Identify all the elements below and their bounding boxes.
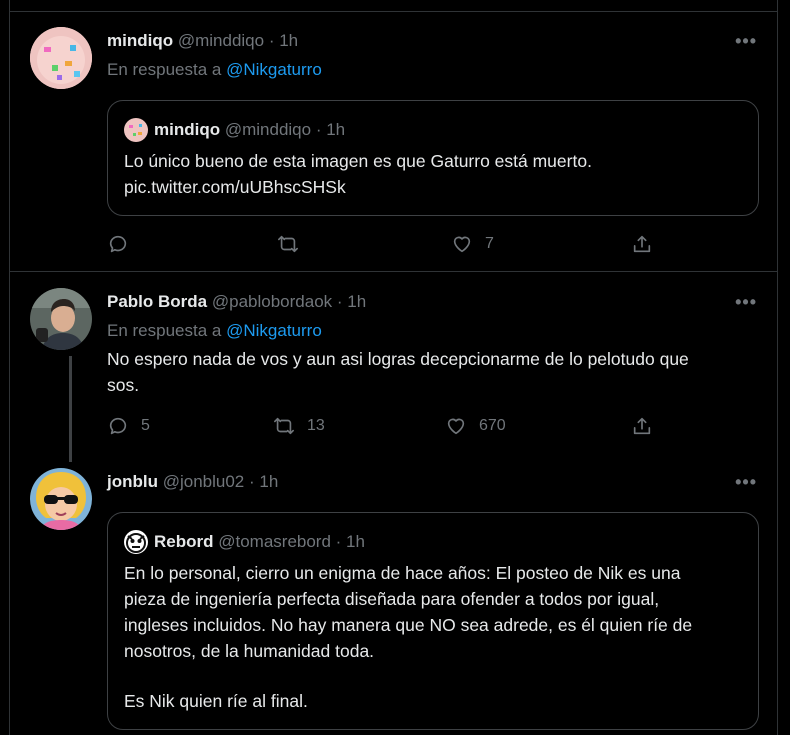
heart-icon xyxy=(453,236,471,253)
retweet-button[interactable]: 13 xyxy=(273,414,325,438)
author-name[interactable]: jonblu xyxy=(107,472,158,491)
timeline-right-border xyxy=(777,0,778,735)
tweet-mindiqo[interactable]: mindiqo @minddiqo · 1h ••• En respuesta … xyxy=(10,12,777,271)
reply-button[interactable] xyxy=(107,232,141,256)
thread-connector xyxy=(69,356,72,462)
share-button[interactable] xyxy=(631,414,653,438)
tweet-header: mindiqo @minddiqo · 1h xyxy=(107,31,298,51)
reply-icon xyxy=(109,417,127,435)
author-name[interactable]: mindiqo xyxy=(107,31,173,50)
author-handle[interactable]: @jonblu02 xyxy=(163,472,245,491)
more-options-icon[interactable]: ••• xyxy=(735,472,757,493)
reply-prefix: En respuesta a xyxy=(107,60,222,79)
retweet-icon xyxy=(278,235,298,253)
reply-prefix: En respuesta a xyxy=(107,321,222,340)
share-button[interactable] xyxy=(631,232,653,256)
reply-count: 5 xyxy=(141,417,150,434)
reply-to-link[interactable]: @Nikgaturro xyxy=(226,60,322,79)
quote-text-line: Es Nik quien ríe al final. xyxy=(124,691,308,711)
avatar-image xyxy=(30,468,92,530)
more-options-icon[interactable]: ••• xyxy=(735,31,757,52)
like-count: 7 xyxy=(485,235,494,252)
tweet-header: jonblu @jonblu02 · 1h xyxy=(107,472,278,492)
like-count: 670 xyxy=(479,417,506,434)
avatar[interactable] xyxy=(30,27,92,89)
quote-timestamp: · 1h xyxy=(335,532,365,551)
tweet-pablo-borda[interactable]: Pablo Borda @pablobordaok · 1h ••• En re… xyxy=(10,272,777,462)
tweet-text-line: No espero nada de vos y aun asi logras d… xyxy=(107,349,689,369)
reply-button[interactable]: 5 xyxy=(107,414,150,438)
like-button[interactable]: 7 xyxy=(451,232,494,256)
tweet-actions: 7 xyxy=(107,232,667,256)
reply-to-link[interactable]: @Nikgaturro xyxy=(226,321,322,340)
quoted-tweet[interactable]: mindiqo @minddiqo · 1h Lo único bueno de… xyxy=(107,100,759,216)
author-handle[interactable]: @minddiqo xyxy=(178,31,264,50)
quote-text-line: ingleses incluidos. No hay manera que NO… xyxy=(124,615,693,635)
tweet-actions: 5 13 670 xyxy=(107,414,667,438)
quote-text-line: pieza de ingeniería perfecta diseñada pa… xyxy=(124,589,660,609)
quote-author-name: mindiqo xyxy=(154,120,221,139)
tweet-text-line: sos. xyxy=(107,375,140,395)
reply-context: En respuesta a @Nikgaturro xyxy=(107,321,322,341)
avatar[interactable] xyxy=(30,468,92,530)
retweet-icon xyxy=(274,417,294,435)
retweet-count: 13 xyxy=(307,417,325,434)
tweet-header: Pablo Borda @pablobordaok · 1h xyxy=(107,292,366,312)
quote-text-link[interactable]: pic.twitter.com/uUBhscSHSk xyxy=(124,174,744,200)
tweet-text: No espero nada de vos y aun asi logras d… xyxy=(107,346,757,398)
quote-text: En lo personal, cierro un enigma de hace… xyxy=(124,560,744,714)
avatar[interactable] xyxy=(30,288,92,350)
quote-text-line: Lo único bueno de esta imagen es que Gat… xyxy=(124,151,592,171)
quote-text-line: En lo personal, cierro un enigma de hace… xyxy=(124,563,681,583)
like-button[interactable]: 670 xyxy=(445,414,506,438)
retweet-button[interactable] xyxy=(277,232,311,256)
heart-icon xyxy=(447,418,465,435)
author-name[interactable]: Pablo Borda xyxy=(107,292,207,311)
quote-avatar-image xyxy=(124,118,148,142)
quoted-tweet[interactable]: Rebord @tomasrebord · 1h En lo personal,… xyxy=(107,512,759,730)
reply-context: En respuesta a @Nikgaturro xyxy=(107,60,322,80)
quote-author-handle: @minddiqo xyxy=(224,120,312,139)
timestamp[interactable]: · 1h xyxy=(269,31,298,50)
quote-text: Lo único bueno de esta imagen es que Gat… xyxy=(124,148,744,200)
timestamp[interactable]: · 1h xyxy=(337,292,366,311)
author-handle[interactable]: @pablobordaok xyxy=(212,292,332,311)
quote-timestamp: · 1h xyxy=(315,120,346,139)
more-options-icon[interactable]: ••• xyxy=(735,292,757,313)
quote-avatar xyxy=(124,118,148,142)
quote-avatar xyxy=(124,530,148,554)
quote-header: mindiqo @minddiqo · 1h xyxy=(124,118,345,142)
quote-author-handle: @tomasrebord xyxy=(218,532,331,551)
share-icon xyxy=(633,417,651,435)
share-icon xyxy=(633,235,651,253)
avatar-image xyxy=(30,27,92,89)
quote-avatar-image xyxy=(124,530,148,554)
tweet-jonblu[interactable]: jonblu @jonblu02 · 1h ••• Rebord @tomasr… xyxy=(10,462,777,735)
quote-author-name: Rebord xyxy=(154,532,214,551)
avatar-image xyxy=(30,288,92,350)
quote-text-line: nosotros, de la humanidad toda. xyxy=(124,641,375,661)
quote-header: Rebord @tomasrebord · 1h xyxy=(124,530,365,554)
timestamp[interactable]: · 1h xyxy=(249,472,278,491)
reply-icon xyxy=(109,235,127,253)
